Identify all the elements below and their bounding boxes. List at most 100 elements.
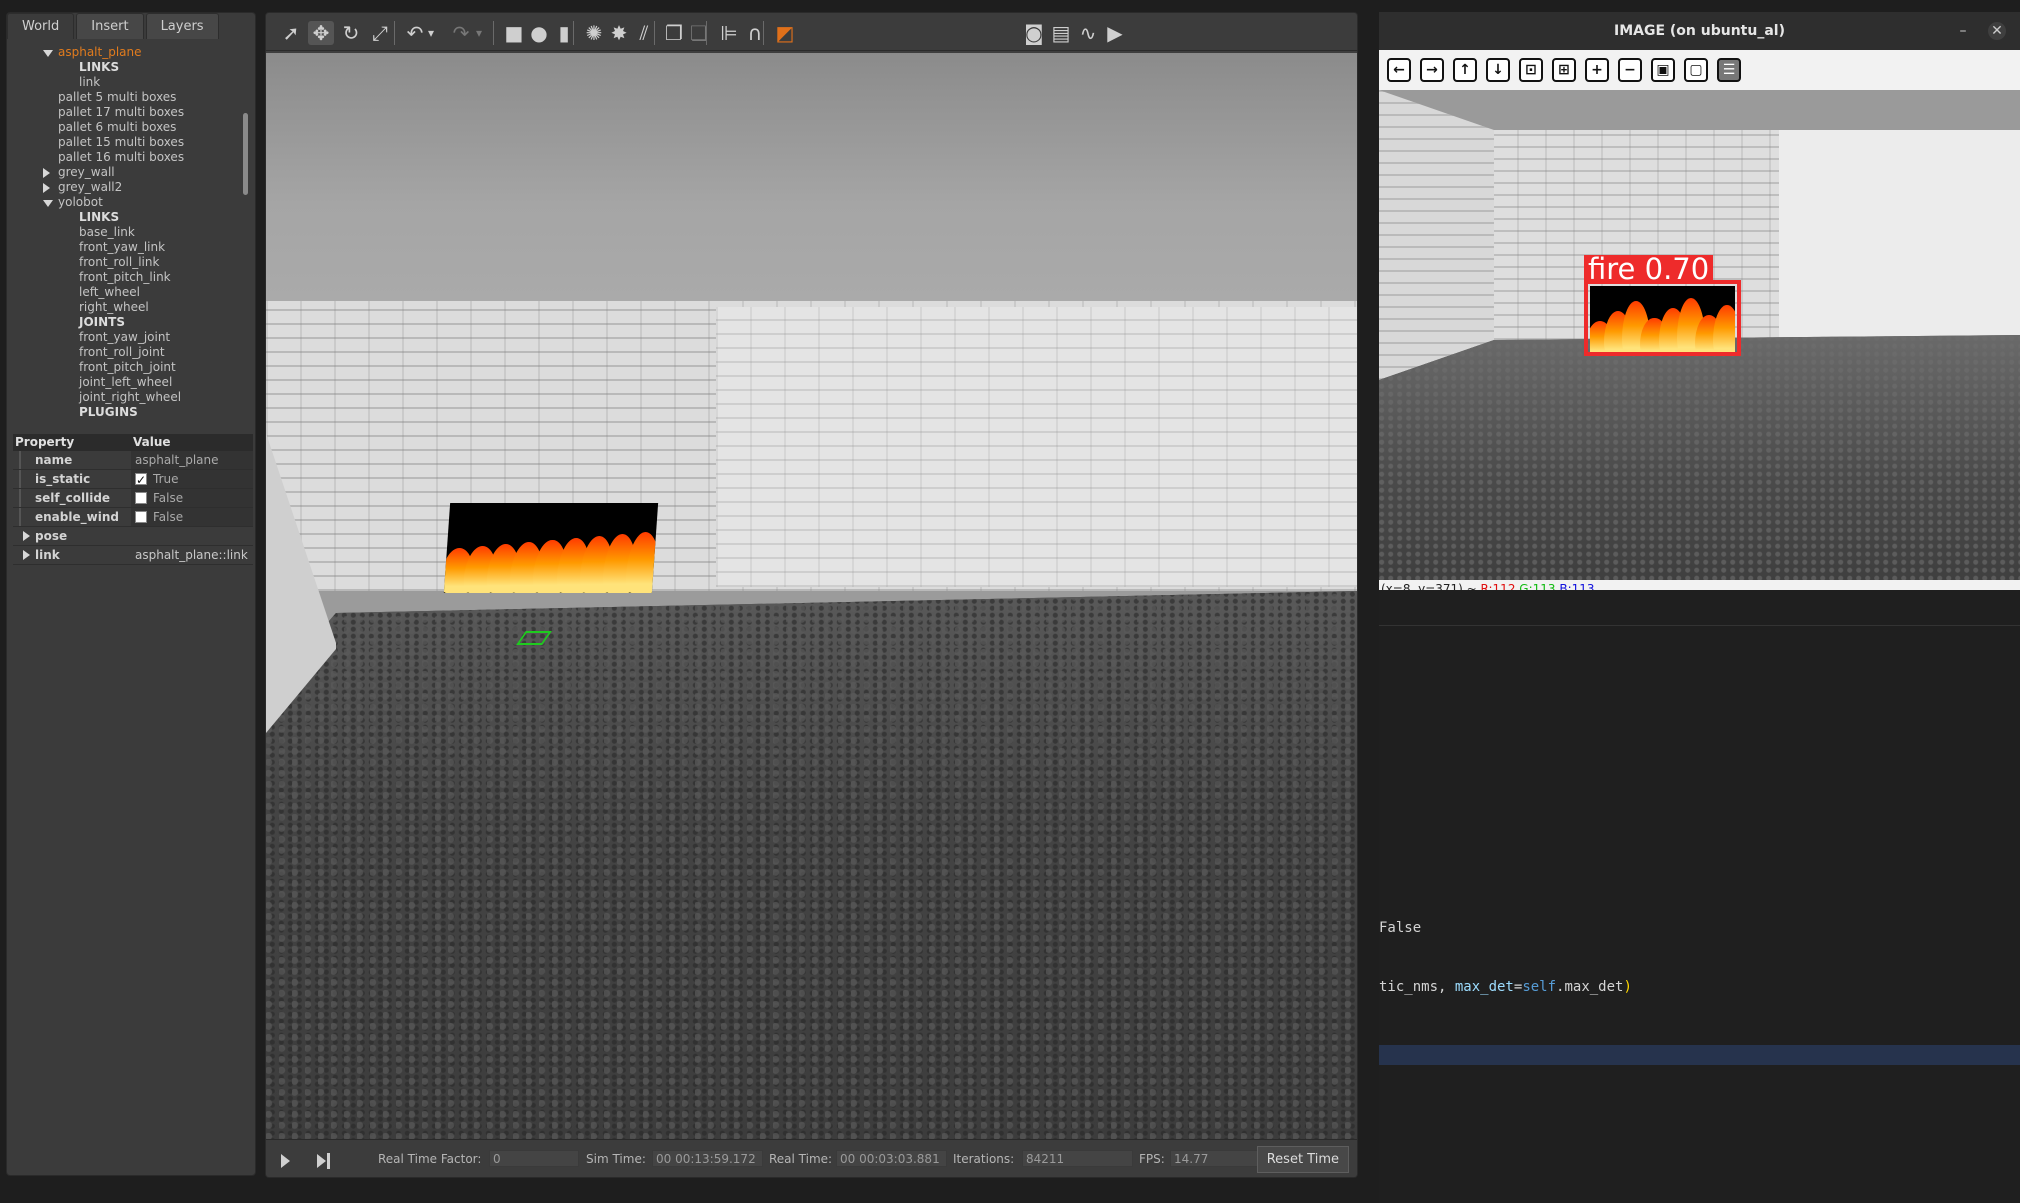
tree-item[interactable]: pallet 16 multi boxes: [13, 150, 249, 165]
camera-image[interactable]: fire 0.70: [1379, 90, 2020, 580]
tab-insert[interactable]: Insert: [76, 13, 144, 39]
snap-icon[interactable]: ∩: [742, 21, 768, 45]
select-arrow-icon[interactable]: ➚: [278, 21, 304, 45]
box-shape-icon[interactable]: ■: [501, 21, 527, 45]
tree-item-label: front_yaw_joint: [79, 330, 171, 344]
tree-item[interactable]: LINKS: [13, 60, 249, 75]
property-row-is-static[interactable]: is_static True: [13, 470, 253, 489]
rotate-icon[interactable]: ↻: [338, 21, 364, 45]
zoom-image-icon[interactable]: ⊡: [1519, 58, 1543, 82]
tree-item[interactable]: right_wheel: [13, 300, 249, 315]
play-icon[interactable]: [281, 1154, 290, 1168]
point-light-icon[interactable]: ✺: [581, 21, 607, 45]
code-line-nms[interactable]: tic_nms, max_det=self.max_det): [1379, 977, 1632, 997]
checkbox[interactable]: [135, 471, 147, 489]
tree-item[interactable]: yolobot: [13, 195, 249, 210]
tree-item[interactable]: joint_left_wheel: [13, 375, 249, 390]
scene-toolbar: ➚ ✥ ↻ ⤢ ↶ ▾ ↷ ▾ ■ ● ▮ ✺ ✸ ⫽ ❐ ❏ ⊫ ∩ ◩ ◙ ▤ ∿ ▶: [266, 13, 1357, 51]
tree-item[interactable]: JOINTS: [13, 315, 249, 330]
minimize-icon[interactable]: –: [1954, 22, 1972, 40]
property-table: Property Value name asphalt_plane is_stati…: [13, 434, 253, 565]
properties-icon[interactable]: ☰: [1717, 58, 1741, 82]
log-icon[interactable]: ▤: [1048, 21, 1074, 45]
tab-layers[interactable]: Layers: [145, 13, 219, 39]
expand-right-icon[interactable]: [43, 183, 50, 193]
tree-item[interactable]: joint_right_wheel: [13, 390, 249, 405]
tree-item[interactable]: front_pitch_link: [13, 270, 249, 285]
property-key: enable_wind: [35, 510, 119, 524]
property-row-name[interactable]: name asphalt_plane: [13, 451, 253, 470]
tree-item-label: front_yaw_link: [79, 240, 166, 254]
copy-icon[interactable]: ❐: [661, 21, 687, 45]
tree-item-label: JOINTS: [79, 315, 126, 329]
screenshot-icon[interactable]: ◙: [1021, 21, 1047, 45]
desktop: World Insert Layers asphalt_plane LINKS li…: [0, 0, 2020, 1203]
expand-right-icon[interactable]: [23, 550, 30, 560]
record-video-icon[interactable]: ▶: [1102, 21, 1128, 45]
redo-icon[interactable]: ↷: [448, 21, 474, 45]
property-row-self-collide[interactable]: self_collide False: [13, 489, 253, 508]
tree-item[interactable]: front_yaw_joint: [13, 330, 249, 345]
tree-item[interactable]: pallet 17 multi boxes: [13, 105, 249, 120]
tree-item[interactable]: front_roll_link: [13, 255, 249, 270]
tree-item[interactable]: front_yaw_link: [13, 240, 249, 255]
undo-dropdown-icon[interactable]: ▾: [424, 21, 438, 45]
expand-right-icon[interactable]: [23, 531, 30, 541]
close-icon[interactable]: ✕: [1988, 22, 2006, 40]
zoom-out-icon[interactable]: −: [1618, 58, 1642, 82]
color-icon[interactable]: ◩: [772, 21, 798, 45]
pixel-red: R:112: [1480, 582, 1516, 590]
tree-item[interactable]: grey_wall2: [13, 180, 249, 195]
zoom-in-icon[interactable]: +: [1585, 58, 1609, 82]
tree-item-label: front_pitch_link: [79, 270, 171, 284]
tree-item[interactable]: front_pitch_joint: [13, 360, 249, 375]
translate-icon[interactable]: ✥: [308, 21, 334, 45]
expand-right-icon[interactable]: [43, 168, 50, 178]
paste-icon[interactable]: ❏: [686, 21, 712, 45]
sphere-shape-icon[interactable]: ●: [526, 21, 552, 45]
zoom-fit-icon[interactable]: ⊞: [1552, 58, 1576, 82]
property-key: self_collide: [35, 491, 111, 505]
toolbar-separator: [763, 21, 764, 45]
plot-icon[interactable]: ∿: [1075, 21, 1101, 45]
pan-up-icon[interactable]: ↑: [1453, 58, 1477, 82]
pan-left-icon[interactable]: ←: [1387, 58, 1411, 82]
tree-item[interactable]: left_wheel: [13, 285, 249, 300]
asphalt-ground[interactable]: [266, 591, 1357, 1142]
tree-item[interactable]: asphalt_plane: [13, 45, 249, 60]
checkbox[interactable]: [135, 492, 147, 504]
scale-icon[interactable]: ⤢: [367, 21, 393, 45]
align-icon[interactable]: ⊫: [716, 21, 742, 45]
tree-item[interactable]: pallet 5 multi boxes: [13, 90, 249, 105]
tree-item[interactable]: PLUGINS: [13, 405, 249, 420]
copy-image-icon[interactable]: ▢: [1684, 58, 1708, 82]
tree-item[interactable]: pallet 15 multi boxes: [13, 135, 249, 150]
pan-down-icon[interactable]: ↓: [1486, 58, 1510, 82]
expand-down-icon[interactable]: [43, 50, 53, 57]
checkbox[interactable]: [135, 511, 147, 523]
redo-dropdown-icon[interactable]: ▾: [472, 21, 486, 45]
property-row-enable-wind[interactable]: enable_wind False: [13, 508, 253, 527]
tree-item[interactable]: link: [13, 75, 249, 90]
tree-item[interactable]: grey_wall: [13, 165, 249, 180]
code-editor[interactable]: False tic_nms, max_det=self.max_det): [1379, 590, 2020, 1203]
sim-time-label: Sim Time:: [586, 1152, 646, 1166]
property-row-pose[interactable]: pose: [13, 527, 253, 546]
tree-item[interactable]: LINKS: [13, 210, 249, 225]
tree-item[interactable]: pallet 6 multi boxes: [13, 120, 249, 135]
expand-down-icon[interactable]: [43, 200, 53, 207]
tree-item[interactable]: front_roll_joint: [13, 345, 249, 360]
property-row-link[interactable]: link asphalt_plane::link: [13, 546, 253, 565]
tab-world[interactable]: World: [7, 13, 75, 39]
save-icon[interactable]: ▣: [1651, 58, 1675, 82]
step-icon[interactable]: [317, 1154, 326, 1168]
tree-item[interactable]: base_link: [13, 225, 249, 240]
tree-scrollbar[interactable]: [243, 113, 248, 195]
fire-object[interactable]: [443, 503, 659, 593]
model-tree[interactable]: asphalt_plane LINKS link pallet 5 multi box…: [13, 45, 249, 428]
3d-viewport[interactable]: [266, 53, 1357, 1142]
code-line-false[interactable]: False: [1379, 918, 1421, 938]
reset-time-button[interactable]: Reset Time: [1256, 1146, 1349, 1173]
spot-light-icon[interactable]: ✸: [606, 21, 632, 45]
pan-right-icon[interactable]: →: [1420, 58, 1444, 82]
